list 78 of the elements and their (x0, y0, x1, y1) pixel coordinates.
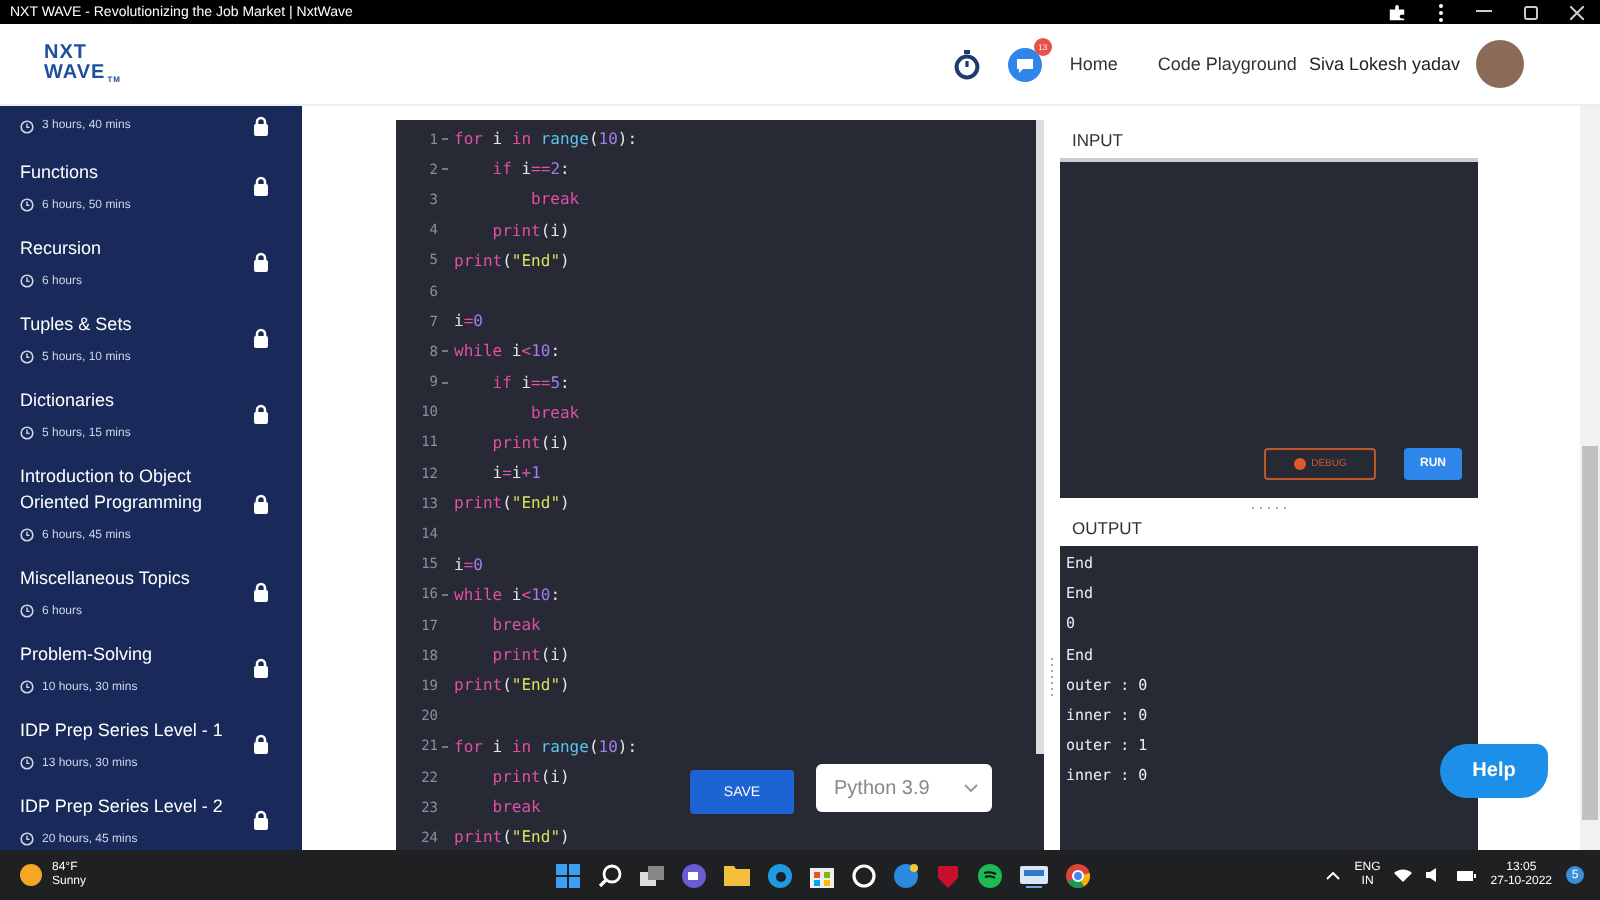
module-title[interactable]: Introduction to Object Oriented Programming (20, 464, 230, 516)
nav-link[interactable]: Code Playground (1157, 54, 1297, 74)
fold-marker-icon[interactable] (442, 593, 448, 596)
module-title[interactable]: Recursion (20, 236, 230, 262)
fold-marker-icon[interactable] (442, 745, 448, 748)
shield-icon[interactable] (936, 863, 961, 887)
chat-icon[interactable] (1007, 47, 1042, 81)
code-line: print("End") (454, 828, 570, 847)
clock-icon (20, 350, 34, 364)
store-icon[interactable] (810, 863, 835, 887)
music-app-icon[interactable] (978, 863, 1003, 887)
battery-icon[interactable] (1456, 869, 1477, 881)
module-title[interactable]: IDP Prep Series Level - 2 (20, 794, 230, 820)
module-title[interactable]: Miscellaneous Topics (20, 566, 230, 592)
maximize-icon[interactable] (1524, 5, 1538, 19)
chrome-icon[interactable] (1066, 863, 1091, 887)
sun-icon[interactable] (20, 864, 42, 886)
code-line: i=i+1 (490, 464, 541, 483)
close-icon[interactable] (1570, 5, 1584, 19)
code-line: print(i) (490, 433, 570, 452)
output-label: OUTPUT (1072, 518, 1144, 542)
chevron-down-icon (964, 784, 978, 792)
code-line: print(i) (490, 768, 570, 787)
puzzle-icon[interactable] (1388, 3, 1406, 21)
clock-icon (20, 426, 34, 440)
code-line: print("End") (454, 251, 570, 270)
code-editor[interactable] (396, 120, 1044, 850)
module-title[interactable]: Problem-Solving (20, 642, 230, 668)
clock-icon (20, 604, 34, 618)
code-line: print("End") (454, 676, 570, 695)
clock-icon (20, 119, 34, 133)
code-line: break (490, 616, 541, 635)
drag-handle-icon[interactable] (1050, 658, 1054, 698)
code-line: break (490, 798, 541, 817)
module-title[interactable]: Functions (20, 160, 230, 186)
code-line: i=0 (454, 312, 483, 331)
start-icon[interactable] (556, 863, 581, 887)
video-chat-icon[interactable] (682, 863, 707, 887)
module-title[interactable]: Dictionaries (20, 388, 230, 414)
minimize-icon[interactable] (1476, 10, 1492, 14)
app-window-icon[interactable] (1020, 863, 1049, 887)
task-view-icon[interactable] (640, 863, 665, 887)
code-line: if i==2: (490, 160, 570, 179)
clock-icon (20, 756, 34, 770)
code-line: break (529, 403, 580, 422)
code-line: print(i) (490, 221, 570, 240)
clock-icon (20, 528, 34, 542)
chevron-up-icon[interactable] (1326, 871, 1341, 879)
code-line: print(i) (490, 646, 570, 665)
language-dropdown[interactable]: Python 3.9 (816, 764, 992, 812)
bug-icon (1293, 458, 1306, 470)
avatar[interactable] (1476, 40, 1524, 88)
folder-icon[interactable] (724, 864, 751, 886)
stopwatch-icon[interactable] (953, 49, 980, 79)
clock-icon (20, 832, 34, 846)
code-line: if i==5: (490, 373, 570, 392)
module-title[interactable]: Tuples & Sets (20, 312, 230, 338)
circle-app-icon[interactable] (852, 863, 877, 887)
code-line: for i in range(10): (454, 737, 638, 756)
input-label: INPUT (1072, 130, 1125, 154)
wifi-icon[interactable] (1394, 868, 1413, 882)
page-scrollbar[interactable] (1580, 106, 1600, 850)
user-name[interactable]: Siva Lokesh yadav (1308, 54, 1460, 74)
code-line: for i in range(10): (454, 130, 638, 149)
fold-marker-icon[interactable] (442, 138, 448, 141)
code-line: break (529, 190, 580, 209)
code-line: i=0 (454, 555, 483, 574)
nav-link[interactable]: Home (1069, 54, 1118, 74)
clock-icon (20, 274, 34, 288)
editor-scrollbar[interactable] (1036, 120, 1044, 754)
code-line: print("End") (454, 494, 570, 513)
clock-icon (20, 198, 34, 212)
module-title[interactable]: IDP Prep Series Level - 1 (20, 718, 230, 744)
code-line: while i<10: (454, 585, 561, 604)
search-icon[interactable] (598, 863, 623, 887)
clock-icon (20, 680, 34, 694)
more-icon[interactable] (1438, 3, 1444, 21)
code-line: while i<10: (454, 342, 561, 361)
